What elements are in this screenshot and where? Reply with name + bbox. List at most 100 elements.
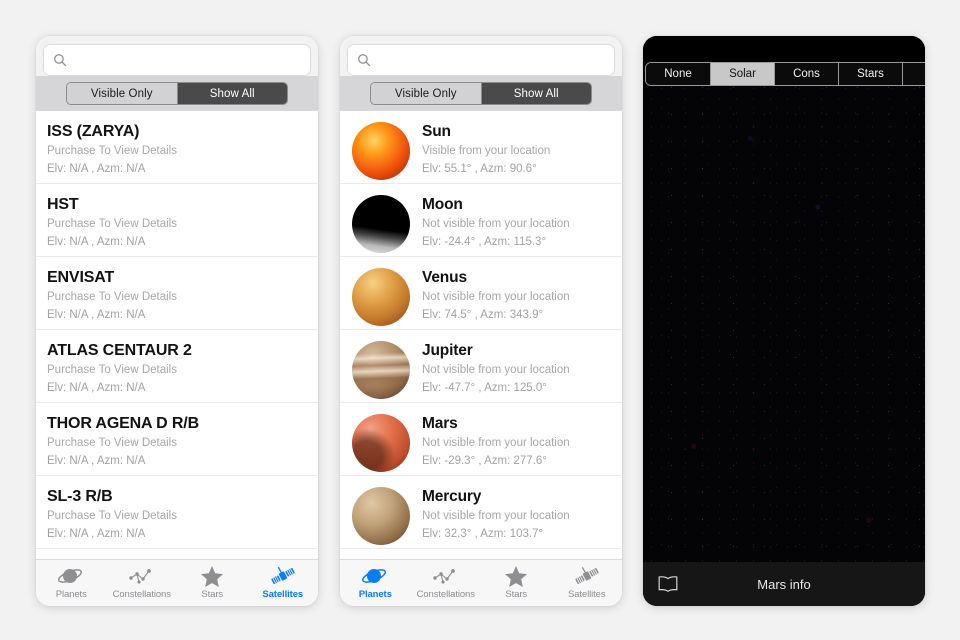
tab-bar: Planets Constellations Stars Satellites (340, 559, 622, 606)
row-subtitle: Visible from your location (422, 145, 551, 157)
row-title: ISS (ZARYA) (47, 123, 140, 140)
row-subtitle: Purchase To View Details (47, 437, 177, 449)
table-row[interactable]: ENVISAT Purchase To View Details Elv: N/… (36, 257, 318, 330)
segment-visible-only[interactable]: Visible Only (371, 83, 481, 104)
segment-visible-only[interactable]: Visible Only (67, 83, 177, 104)
sky-bottom-bar: Mars info (643, 562, 925, 606)
table-row[interactable]: SL-3 R/B Purchase To View Details Elv: N… (36, 476, 318, 549)
table-row[interactable]: ATLAS CENTAUR 2 Purchase To View Details… (36, 330, 318, 403)
row-subtitle: Not visible from your location (422, 437, 570, 449)
search-field[interactable] (43, 44, 311, 76)
satellite-icon (270, 564, 296, 588)
satellite-list[interactable]: ISS (ZARYA) Purchase To View Details Elv… (36, 111, 318, 565)
row-title: Moon (422, 196, 463, 213)
table-row[interactable]: Sun Visible from your location Elv: 55.1… (340, 111, 622, 184)
visibility-filter-segmented-control[interactable]: Visible Only Show All (66, 82, 288, 105)
table-row[interactable]: HST Purchase To View Details Elv: N/A , … (36, 184, 318, 257)
row-subtitle: Not visible from your location (422, 218, 570, 230)
tab-label: Stars (201, 589, 224, 600)
table-row[interactable]: Mercury Not visible from your location E… (340, 476, 622, 549)
row-title: ENVISAT (47, 269, 115, 286)
moon-thumb (352, 195, 410, 253)
sky-info-label: Mars info (757, 576, 811, 592)
book-icon[interactable] (657, 575, 679, 593)
row-title: HST (47, 196, 79, 213)
row-title: ATLAS CENTAUR 2 (47, 342, 192, 359)
row-subtitle: Purchase To View Details (47, 145, 177, 157)
tab-constellations[interactable]: Constellations (411, 564, 482, 600)
row-coords: Elv: -47.7° , Azm: 125.0° (422, 382, 547, 394)
planets-panel: Visible Only Show All Sun Visible from y… (340, 36, 622, 606)
row-subtitle: Purchase To View Details (47, 291, 177, 303)
row-title: SL-3 R/B (47, 488, 113, 505)
table-row[interactable]: Jupiter Not visible from your location E… (340, 330, 622, 403)
tab-label: Constellations (416, 589, 475, 600)
tab-stars[interactable]: Stars (177, 564, 248, 600)
tab-label: Stars (505, 589, 528, 600)
mercury-thumb (352, 487, 410, 545)
table-row[interactable]: Venus Not visible from your location Elv… (340, 257, 622, 330)
segment-solar[interactable]: Solar (710, 63, 774, 85)
segment-none[interactable]: None (646, 63, 710, 85)
tab-stars[interactable]: Stars (481, 564, 552, 600)
table-row[interactable]: ISS (ZARYA) Purchase To View Details Elv… (36, 111, 318, 184)
row-coords: Elv: N/A , Azm: N/A (47, 455, 146, 467)
star-field[interactable] (643, 36, 925, 606)
star-noise (643, 36, 925, 606)
row-coords: Elv: 55.1° , Azm: 90.6° (422, 163, 537, 175)
row-coords: Elv: 32.3° , Azm: 103.7° (422, 528, 544, 540)
row-title: THOR AGENA D R/B (47, 415, 199, 432)
tab-label: Satellites (567, 589, 606, 600)
segment-stars[interactable]: Stars (838, 63, 902, 85)
sky-view-panel: None Solar Cons Stars Uranus Mars M (643, 36, 925, 606)
row-title: Sun (422, 123, 451, 140)
planet-list[interactable]: Sun Visible from your location Elv: 55.1… (340, 111, 622, 565)
constellation-icon (432, 564, 460, 588)
row-coords: Elv: -29.3° , Azm: 277.6° (422, 455, 547, 467)
tab-constellations[interactable]: Constellations (107, 564, 178, 600)
table-row[interactable]: Mars Not visible from your location Elv:… (340, 403, 622, 476)
star-icon (200, 564, 224, 588)
satellites-panel: Visible Only Show All ISS (ZARYA) Purcha… (36, 36, 318, 606)
segment-show-all[interactable]: Show All (480, 83, 591, 104)
tab-planets[interactable]: Planets (340, 564, 411, 600)
search-bar-container (340, 36, 622, 76)
jupiter-thumb (352, 341, 410, 399)
search-input[interactable] (73, 52, 301, 68)
visibility-filter-segmented-control[interactable]: Visible Only Show All (370, 82, 592, 105)
row-subtitle: Not visible from your location (422, 364, 570, 376)
tab-planets[interactable]: Planets (36, 564, 107, 600)
table-row[interactable]: THOR AGENA D R/B Purchase To View Detail… (36, 403, 318, 476)
tab-label: Planets (358, 589, 392, 600)
row-subtitle: Purchase To View Details (47, 218, 177, 230)
row-coords: Elv: N/A , Azm: N/A (47, 382, 146, 394)
mars-thumb (352, 414, 410, 472)
segment-show-all[interactable]: Show All (176, 83, 287, 104)
row-coords: Elv: N/A , Azm: N/A (47, 163, 146, 175)
layer-segmented-control[interactable]: None Solar Cons Stars (645, 62, 925, 86)
search-input[interactable] (377, 52, 605, 68)
segment-cons[interactable]: Cons (774, 63, 838, 85)
tab-satellites[interactable]: Satellites (248, 564, 319, 600)
layer-filter-container: None Solar Cons Stars (643, 36, 925, 86)
tab-bar: Planets Constellations Stars Satellites (36, 559, 318, 606)
visibility-filter-container: Visible Only Show All (36, 76, 318, 111)
row-title: Jupiter (422, 342, 473, 359)
tab-satellites[interactable]: Satellites (552, 564, 623, 600)
search-icon (358, 54, 371, 67)
tab-label: Constellations (112, 589, 171, 600)
row-title: Mercury (422, 488, 482, 505)
visibility-filter-container: Visible Only Show All (340, 76, 622, 111)
row-subtitle: Not visible from your location (422, 291, 570, 303)
constellation-icon (128, 564, 156, 588)
tab-label: Satellites (262, 589, 304, 600)
row-coords: Elv: 74.5° , Azm: 343.9° (422, 309, 544, 321)
satellite-icon (574, 564, 600, 588)
planet-icon (58, 564, 84, 588)
row-subtitle: Purchase To View Details (47, 364, 177, 376)
search-field[interactable] (347, 44, 615, 76)
row-coords: Elv: N/A , Azm: N/A (47, 309, 146, 321)
planet-icon (362, 564, 388, 588)
segment-overflow[interactable] (902, 63, 925, 85)
table-row[interactable]: Moon Not visible from your location Elv:… (340, 184, 622, 257)
